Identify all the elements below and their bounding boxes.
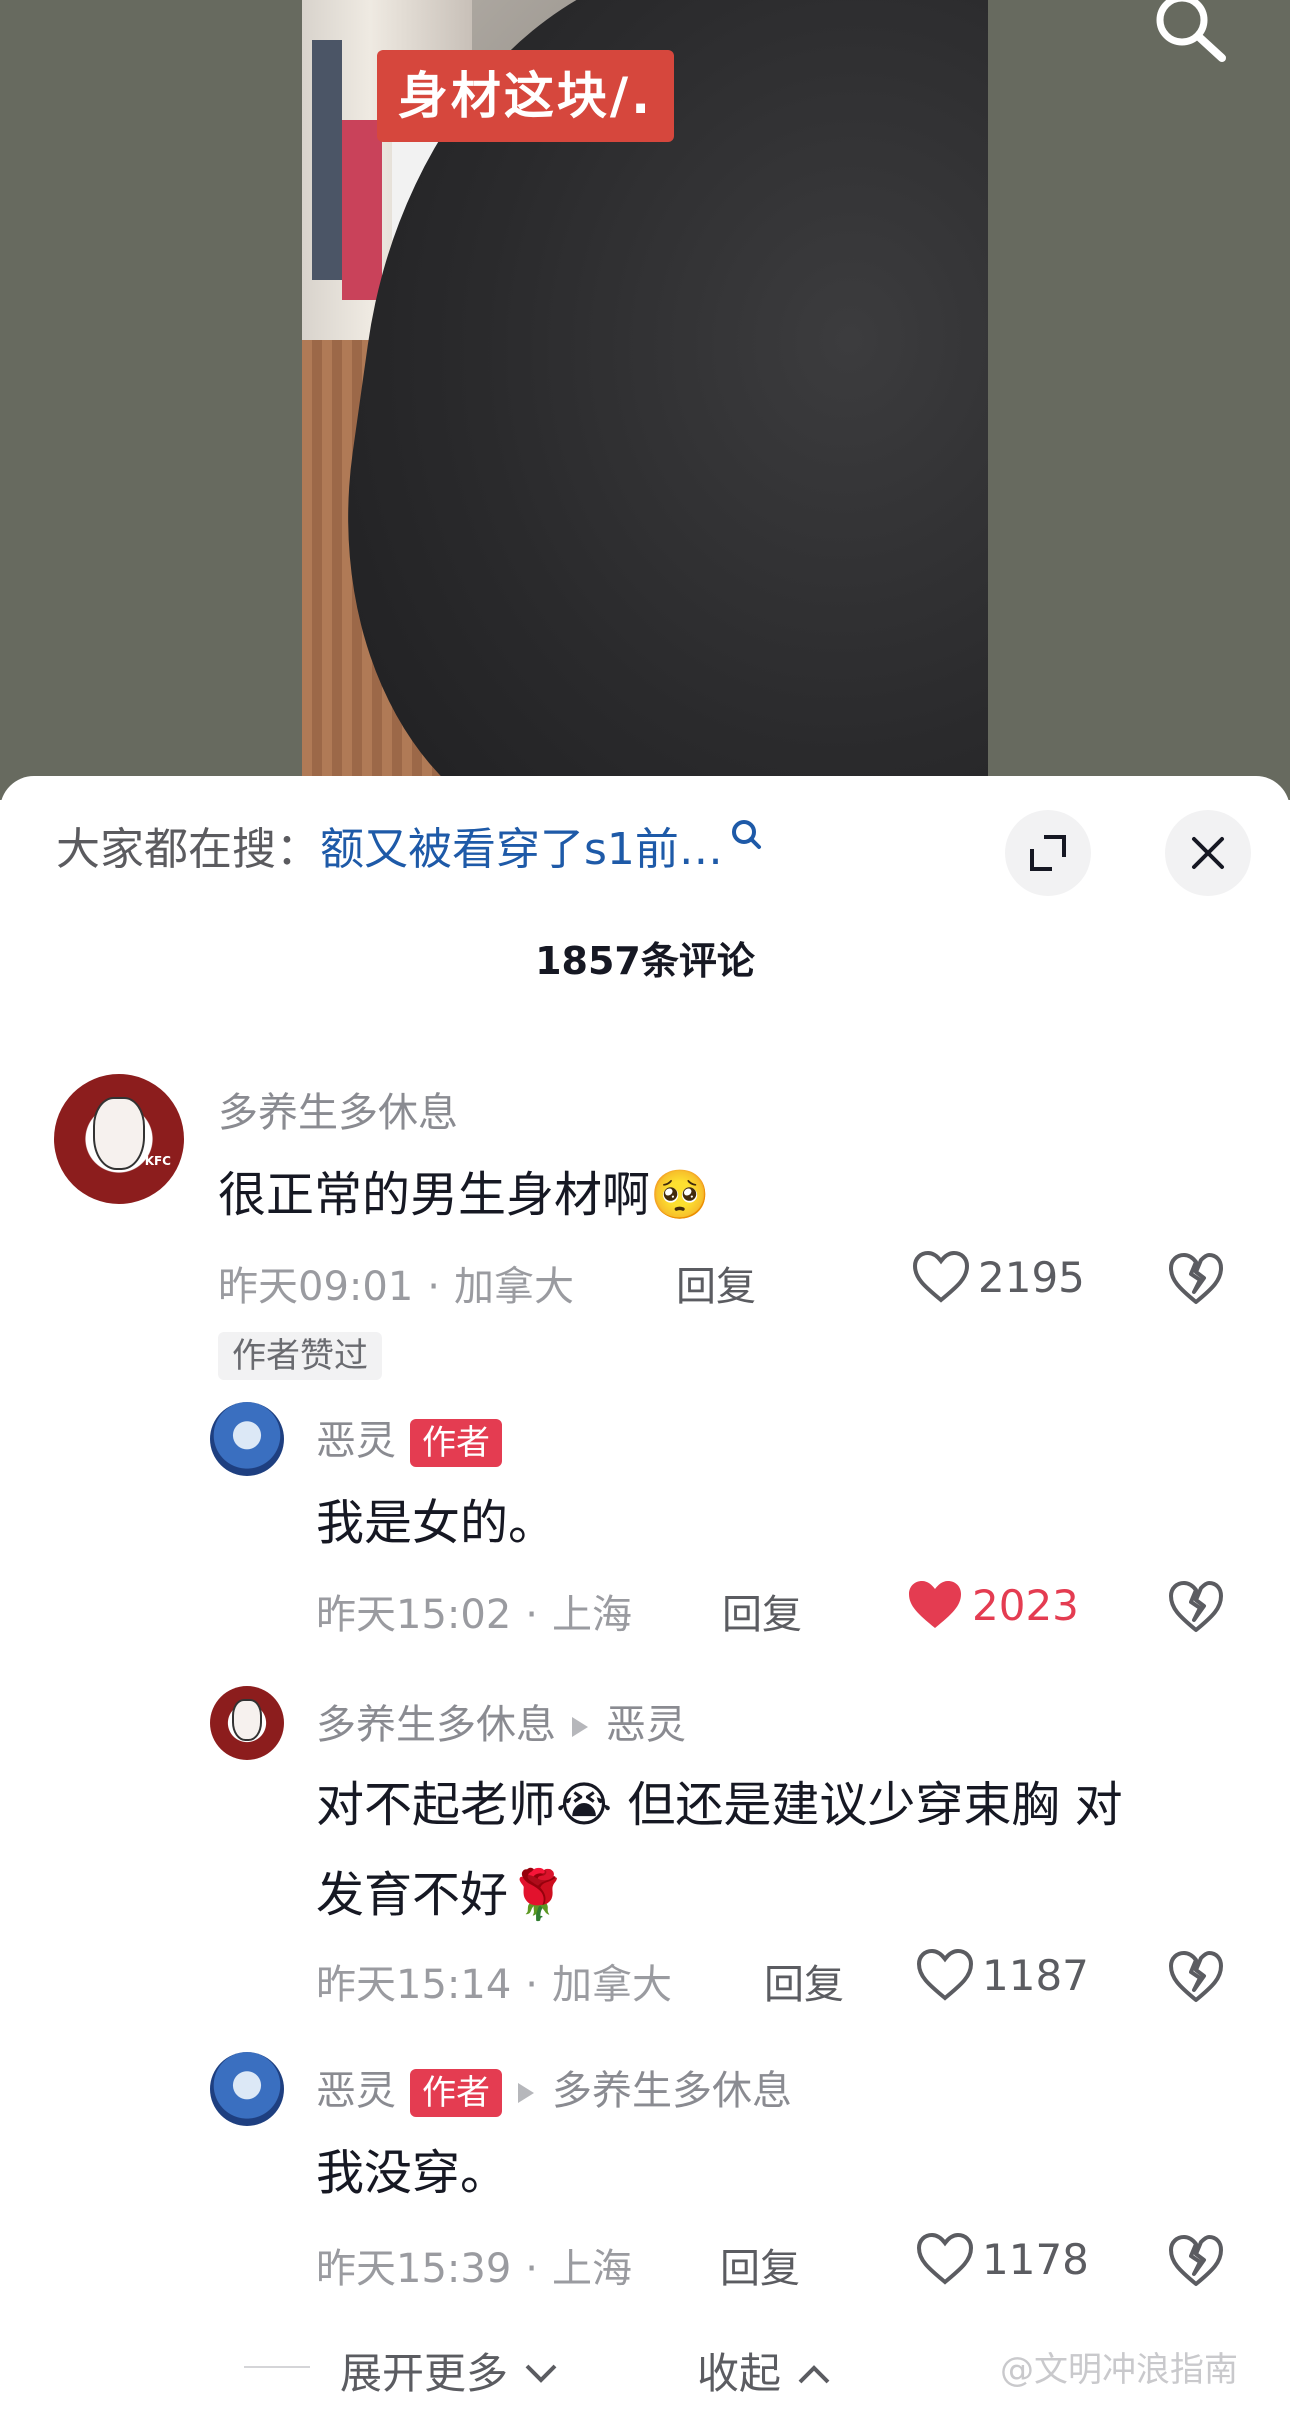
heart-outline-icon <box>916 2232 974 2285</box>
reply-button[interactable]: 回复 <box>722 1582 802 1640</box>
comment-text: 我没穿。 <box>316 2145 509 2201</box>
chevron-up-icon <box>798 2365 830 2384</box>
reply-button[interactable]: 回复 <box>764 1952 844 2010</box>
like-button[interactable]: 2195 <box>912 1250 1085 1304</box>
video-caption: 身材这块/. <box>377 50 674 142</box>
like-count: 2195 <box>978 1252 1085 1302</box>
dislike-button[interactable] <box>1168 1950 1224 2008</box>
avatar[interactable] <box>210 1402 284 1476</box>
expand-more-button[interactable]: 展开更多 <box>340 2340 561 2401</box>
comment-text: 对不起老师😭 但还是建议少穿束胸 对 发育不好🌹 <box>316 1760 1123 1940</box>
dislike-button[interactable] <box>1168 1580 1224 1638</box>
comment-meta: 昨天15:14 · 加拿大 <box>316 1962 672 2008</box>
comment-location: 上海 <box>552 2246 632 2292</box>
like-count: 1187 <box>982 1950 1089 2000</box>
search-icon[interactable] <box>1150 0 1230 66</box>
heart-outline-icon <box>916 1948 974 2001</box>
like-button[interactable]: 1178 <box>916 2232 1089 2286</box>
trending-search-prefix: 大家都在搜： <box>56 824 320 875</box>
comment-time: 昨天15:02 <box>316 1592 512 1638</box>
comment-meta: 昨天15:02 · 上海 <box>316 1592 632 1638</box>
reply-to-username[interactable]: 恶灵 <box>606 1702 686 1748</box>
expand-icon <box>1030 835 1066 871</box>
reply-button[interactable]: 回复 <box>676 1254 756 1312</box>
broken-heart-icon <box>1169 1253 1223 1304</box>
trending-search-query[interactable]: 额又被看穿了s1前… <box>320 824 723 875</box>
video-player[interactable]: 身材这块/. <box>0 0 1290 800</box>
heart-outline-icon <box>912 1250 970 1303</box>
reply-button[interactable]: 回复 <box>720 2236 800 2294</box>
collapse-label: 收起 <box>697 2349 782 2398</box>
broken-heart-icon <box>1169 2235 1223 2286</box>
comment-time: 昨天15:14 <box>316 1962 512 2008</box>
avatar[interactable]: KFC <box>54 1074 184 1204</box>
comment-text: 我是女的。 <box>316 1495 557 1551</box>
close-icon <box>1192 837 1224 869</box>
comment-username-text: 恶灵 <box>316 2068 396 2114</box>
comment-meta: 昨天15:39 · 上海 <box>316 2246 632 2292</box>
comment-username[interactable]: 多养生多休息 <box>218 1080 458 1138</box>
heart-filled-icon <box>909 1581 961 1628</box>
author-badge: 作者 <box>410 2069 502 2117</box>
comment-username[interactable]: 恶灵 作者 多养生多休息 <box>316 2058 792 2117</box>
reply-to-username[interactable]: 多养生多休息 <box>552 2068 792 2114</box>
avatar[interactable] <box>210 1686 284 1760</box>
comment-username-text: 多养生多休息 <box>316 1702 556 1748</box>
trending-search-link[interactable]: 大家都在搜：额又被看穿了s1前… <box>56 810 1016 890</box>
comment-text: 很正常的男生身材啊🥺 <box>218 1167 710 1223</box>
like-count: 1178 <box>982 2234 1089 2284</box>
comment-location: 上海 <box>552 1592 632 1638</box>
dislike-button[interactable] <box>1168 1252 1224 1310</box>
comment-time: 昨天09:01 <box>218 1264 414 1310</box>
comment-location: 加拿大 <box>552 1962 672 2008</box>
comment-username[interactable]: 恶灵 作者 <box>316 1408 502 1467</box>
dislike-button[interactable] <box>1168 2234 1224 2292</box>
comment-username-text: 恶灵 <box>316 1418 396 1464</box>
comment-text-line: 对不起老师😭 但还是建议少穿束胸 对 <box>316 1777 1123 1833</box>
watermark: @文明冲浪指南 <box>1000 2350 1238 2390</box>
close-button[interactable] <box>1165 810 1251 896</box>
reply-arrow-icon <box>518 2083 534 2103</box>
comment-count: 1857条评论 <box>535 939 755 983</box>
comment-time: 昨天15:39 <box>316 2246 512 2292</box>
expand-fullscreen-button[interactable] <box>1005 810 1091 896</box>
divider <box>244 2366 310 2368</box>
search-icon <box>729 810 763 890</box>
like-button[interactable]: 1187 <box>916 1948 1089 2002</box>
broken-heart-icon <box>1169 1951 1223 2002</box>
comment-location: 加拿大 <box>454 1264 574 1310</box>
comment-text-line: 发育不好🌹 <box>316 1867 568 1923</box>
chevron-down-icon <box>525 2364 557 2383</box>
like-button[interactable]: 2023 <box>906 1578 1079 1632</box>
author-badge: 作者 <box>410 1419 502 1467</box>
collapse-button[interactable]: 收起 <box>697 2340 834 2401</box>
reply-arrow-icon <box>572 1717 588 1737</box>
broken-heart-icon <box>1169 1581 1223 1632</box>
expand-more-label: 展开更多 <box>340 2349 509 2398</box>
like-count: 2023 <box>972 1580 1079 1630</box>
comment-sheet: 大家都在搜：额又被看穿了s1前… 1857条评论 <box>0 776 1290 2414</box>
comment-meta: 昨天09:01 · 加拿大 <box>218 1264 574 1310</box>
avatar[interactable] <box>210 2052 284 2126</box>
author-liked-tag: 作者赞过 <box>218 1332 382 1380</box>
comment-username[interactable]: 多养生多休息 恶灵 <box>316 1692 686 1750</box>
